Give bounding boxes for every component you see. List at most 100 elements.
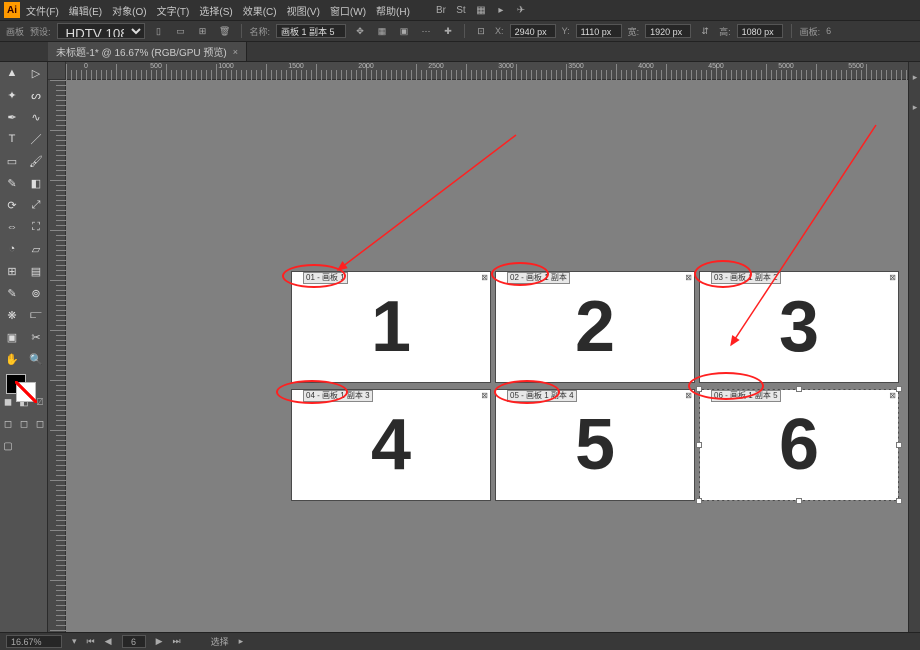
new-artboard-icon[interactable]: ⊞ xyxy=(195,23,211,39)
menu-window[interactable]: 窗口(W) xyxy=(326,1,370,20)
selection-handle[interactable] xyxy=(896,386,902,392)
gradient-tool[interactable]: ▤ xyxy=(24,260,48,282)
status-info-dropdown[interactable]: ▸ xyxy=(239,636,244,647)
stock-icon[interactable]: St xyxy=(454,3,468,17)
orientation-landscape-icon[interactable]: ▭ xyxy=(173,23,189,39)
type-tool[interactable]: T xyxy=(0,128,24,150)
panel-icon[interactable]: ▸ xyxy=(909,62,920,92)
selection-handle[interactable] xyxy=(696,386,702,392)
menu-select[interactable]: 选择(S) xyxy=(195,1,236,20)
artboard-3[interactable]: 3 ⊠ xyxy=(700,272,898,382)
lasso-tool[interactable]: ᔕ xyxy=(24,84,48,106)
send-icon[interactable]: ✈ xyxy=(514,3,528,17)
w-field[interactable]: 1920 px xyxy=(645,24,691,38)
artboard-5-label[interactable]: 05 - 画板 1 副本 4 xyxy=(507,390,577,402)
artboard-index-field[interactable]: 6 xyxy=(122,635,146,648)
paintbrush-tool[interactable]: 🖌 xyxy=(24,150,48,172)
x-field[interactable]: 2940 px xyxy=(510,24,556,38)
curvature-tool[interactable]: ∿ xyxy=(24,106,48,128)
bridge-icon[interactable]: Br xyxy=(434,3,448,17)
eyedropper-tool[interactable]: ✎ xyxy=(0,282,24,304)
panel-icon[interactable]: ▸ xyxy=(909,92,920,122)
menu-object[interactable]: 对象(O) xyxy=(108,1,150,20)
canvas-area[interactable]: 0500100015002000250030003500400045005000… xyxy=(48,62,920,632)
draw-normal[interactable]: ◻ xyxy=(0,414,16,434)
artboard-name-field[interactable]: 画板 1 副本 5 xyxy=(276,24,346,38)
menu-help[interactable]: 帮助(H) xyxy=(372,1,414,20)
selection-handle[interactable] xyxy=(796,498,802,504)
width-tool[interactable]: ⇔ xyxy=(0,216,24,238)
selection-handle[interactable] xyxy=(896,498,902,504)
draw-inside[interactable]: ◻ xyxy=(32,414,48,434)
vertical-ruler[interactable] xyxy=(48,80,66,632)
direct-selection-tool[interactable]: ▷ xyxy=(24,62,48,84)
artboard-tool[interactable]: ▣ xyxy=(0,326,24,348)
artboard-3-label[interactable]: 03 - 画板 1 副本 2 xyxy=(711,272,781,284)
nav-prev-artboard[interactable]: ◀ xyxy=(105,636,112,647)
menu-view[interactable]: 视图(V) xyxy=(283,1,324,20)
shaper-tool[interactable]: ✎ xyxy=(0,172,24,194)
menu-file[interactable]: 文件(F) xyxy=(22,1,63,20)
screen-mode[interactable]: ▢ xyxy=(0,436,16,456)
mesh-tool[interactable]: ⊞ xyxy=(0,260,24,282)
menu-effect[interactable]: 效果(C) xyxy=(239,1,281,20)
artboard-1-label[interactable]: 01 - 画板 1 xyxy=(303,272,348,284)
artboard-4[interactable]: 4 ⊠ xyxy=(292,390,490,500)
artboard-1[interactable]: 1 ⊠ xyxy=(292,272,490,382)
column-graph-tool[interactable]: ⫍ xyxy=(24,304,48,326)
magic-wand-tool[interactable]: ✦ xyxy=(0,84,24,106)
hand-tool[interactable]: ✋ xyxy=(0,348,24,370)
document-tab[interactable]: 未标题-1* @ 16.67% (RGB/GPU 预览) × xyxy=(48,42,247,61)
move-with-art-icon[interactable]: ✥ xyxy=(352,23,368,39)
delete-artboard-icon[interactable]: 🗑 xyxy=(217,23,233,39)
perspective-tool[interactable]: ▱ xyxy=(24,238,48,260)
selection-handle[interactable] xyxy=(696,442,702,448)
zoom-field[interactable]: 16.67% xyxy=(6,635,62,648)
zoom-dropdown-icon[interactable]: ▾ xyxy=(72,636,77,647)
options-icon[interactable]: ⋯ xyxy=(418,23,434,39)
rotate-tool[interactable]: ⟳ xyxy=(0,194,24,216)
selection-handle[interactable] xyxy=(796,386,802,392)
slice-tool[interactable]: ✂ xyxy=(24,326,48,348)
right-dock[interactable]: ▸ ▸ xyxy=(908,62,920,632)
artboard-2[interactable]: 2 ⊠ xyxy=(496,272,694,382)
zoom-tool[interactable]: 🔍 xyxy=(24,348,48,370)
menu-edit[interactable]: 编辑(E) xyxy=(65,1,106,20)
preset-select[interactable]: HDTV 1080 xyxy=(57,23,145,39)
selection-tool[interactable]: ▲ xyxy=(0,62,24,84)
artboard-5[interactable]: 5 ⊠ xyxy=(496,390,694,500)
nav-last-artboard[interactable]: ⏭ xyxy=(172,636,180,647)
orientation-portrait-icon[interactable]: ▯ xyxy=(151,23,167,39)
selection-handle[interactable] xyxy=(896,442,902,448)
y-field[interactable]: 1110 px xyxy=(576,24,622,38)
nav-first-artboard[interactable]: ⏮ xyxy=(87,636,95,647)
fill-stroke-swatch[interactable] xyxy=(0,370,48,404)
nav-next-artboard[interactable]: ▶ xyxy=(156,636,163,647)
h-field[interactable]: 1080 px xyxy=(737,24,783,38)
ref-grid-icon[interactable]: ⊡ xyxy=(473,23,489,39)
ruler-origin[interactable] xyxy=(48,62,66,80)
artboard-4-label[interactable]: 04 - 画板 1 副本 3 xyxy=(303,390,373,402)
link-wh-icon[interactable]: ⇵ xyxy=(697,23,713,39)
eraser-tool[interactable]: ◧ xyxy=(24,172,48,194)
shape-builder-tool[interactable]: ◔ xyxy=(0,238,24,260)
symbol-sprayer-tool[interactable]: ❋ xyxy=(0,304,24,326)
close-tab-icon[interactable]: × xyxy=(233,47,238,57)
stroke-swatch[interactable] xyxy=(16,382,36,402)
artboard-2-label[interactable]: 02 - 画板 1 副本 xyxy=(507,272,570,284)
line-tool[interactable]: ／ xyxy=(24,128,48,150)
align-icon[interactable]: ▦ xyxy=(374,23,390,39)
menu-type[interactable]: 文字(T) xyxy=(153,1,194,20)
arrange-icon[interactable]: ▦ xyxy=(474,3,488,17)
rectangle-tool[interactable]: ▭ xyxy=(0,150,24,172)
gpu-icon[interactable]: ▸ xyxy=(494,3,508,17)
pen-tool[interactable]: ✒ xyxy=(0,106,24,128)
blend-tool[interactable]: ⊚ xyxy=(24,282,48,304)
horizontal-ruler[interactable]: 0500100015002000250030003500400045005000… xyxy=(66,62,920,80)
draw-behind[interactable]: ◻ xyxy=(16,414,32,434)
free-transform-tool[interactable]: ⛶ xyxy=(24,216,48,238)
selection-handle[interactable] xyxy=(696,498,702,504)
show-center-icon[interactable]: ✚ xyxy=(440,23,456,39)
scale-tool[interactable]: ⤢ xyxy=(24,194,48,216)
ref-point-icon[interactable]: ▣ xyxy=(396,23,412,39)
